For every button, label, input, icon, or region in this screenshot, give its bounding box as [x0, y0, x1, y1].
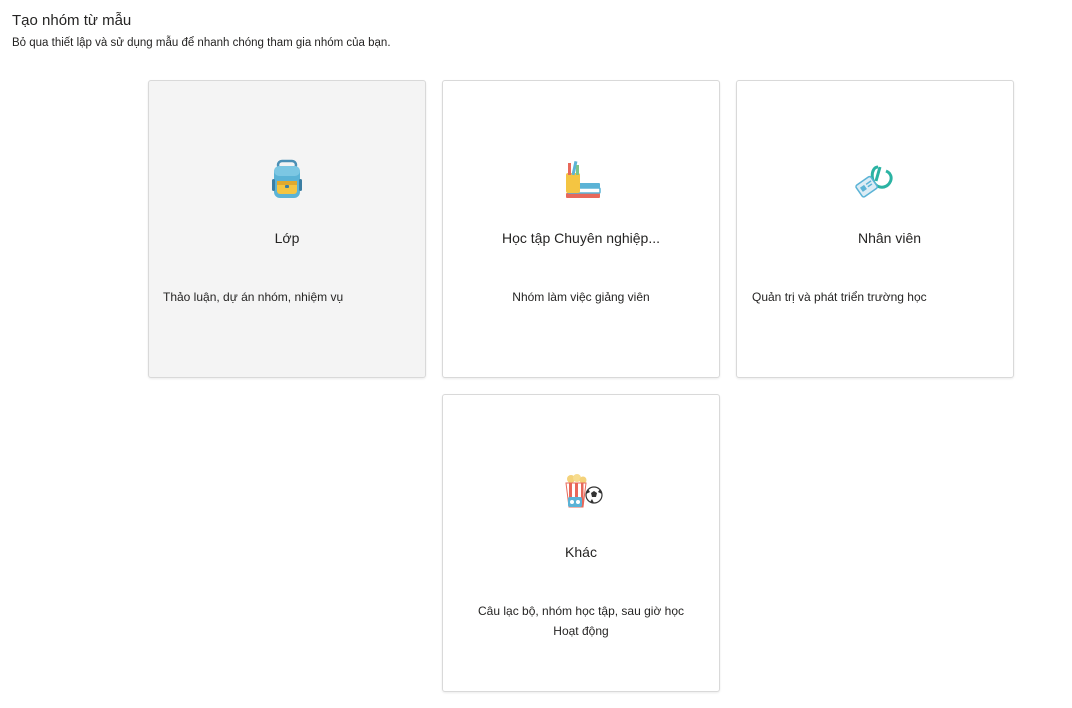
card-description-line: Câu lạc bộ, nhóm học tập, sau giờ học [478, 604, 684, 618]
backpack-icon [262, 159, 312, 201]
template-card-class[interactable]: Lớp Thảo luận, dự án nhóm, nhiệm vụ [148, 80, 426, 378]
card-title: Nhân viên [858, 230, 922, 246]
template-card-plc[interactable]: Học tập Chuyên nghiệp... Nhóm làm việc g… [442, 80, 720, 378]
books-pencils-icon [556, 159, 606, 201]
popcorn-ball-icon [556, 473, 606, 515]
page-title: Tạo nhóm từ mẫu [12, 12, 132, 29]
template-card-staff[interactable]: Nhân viên Quản trị và phát triển trường … [736, 80, 1014, 378]
badge-lanyard-icon [850, 159, 900, 201]
card-description-line: Hoạt động [553, 624, 609, 638]
page-subtitle: Bỏ qua thiết lập và sử dụng mẫu để nhanh… [12, 37, 391, 49]
template-card-other[interactable]: Khác Câu lạc bộ, nhóm học tập, sau giờ h… [442, 394, 720, 692]
card-title: Học tập Chuyên nghiệp... [502, 230, 660, 246]
card-description: Câu lạc bộ, nhóm học tập, sau giờ học Ho… [443, 601, 719, 641]
card-title: Lớp [274, 230, 300, 246]
card-description: Quản trị và phát triển trường học [752, 290, 927, 304]
card-description: Nhóm làm việc giảng viên [512, 290, 650, 304]
card-description: Thảo luận, dự án nhóm, nhiệm vụ [163, 290, 344, 304]
card-title: Khác [565, 544, 597, 560]
create-team-page: Tạo nhóm từ mẫu Bỏ qua thiết lập và sử d… [0, 0, 1072, 708]
